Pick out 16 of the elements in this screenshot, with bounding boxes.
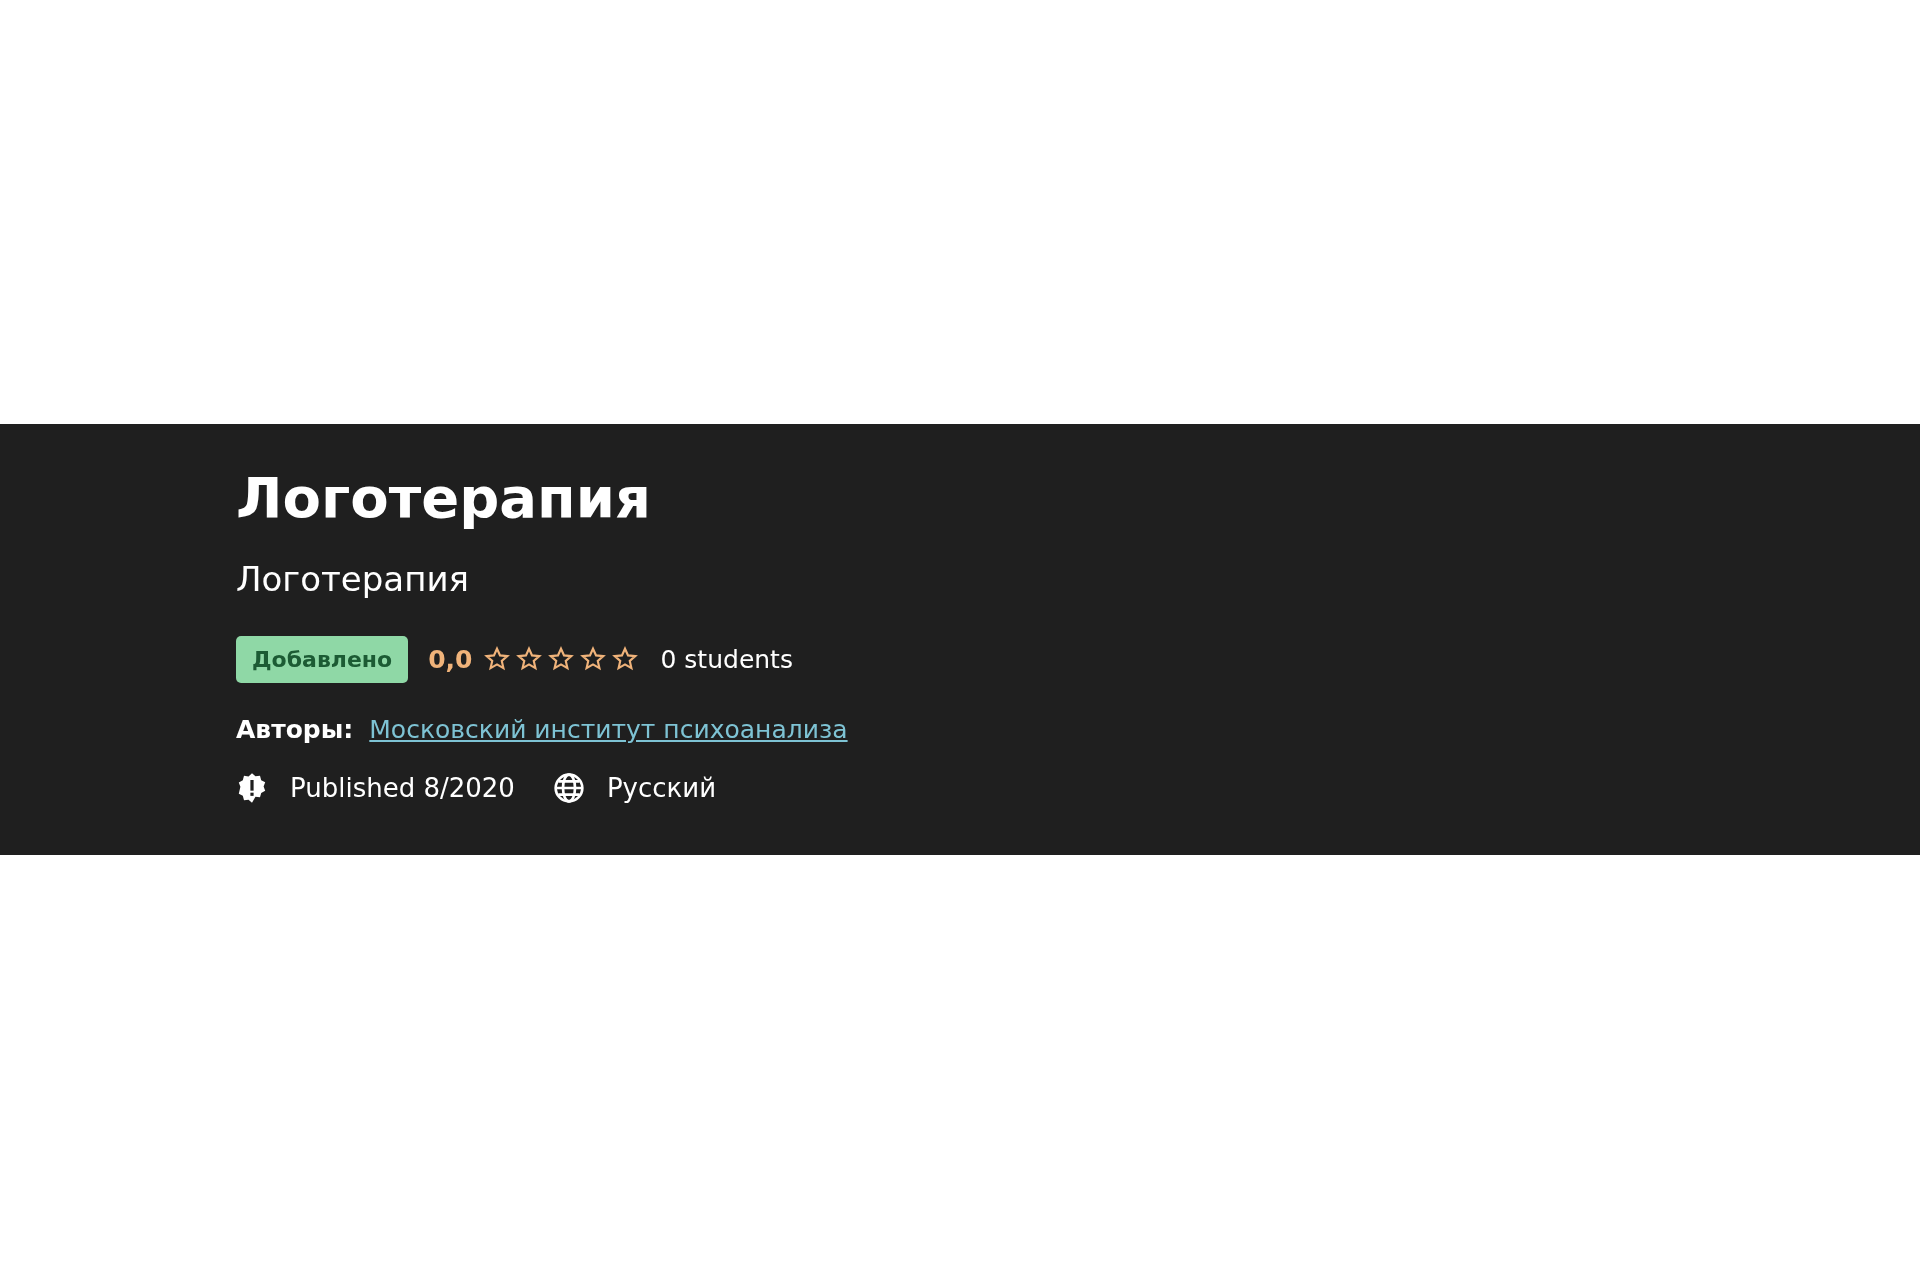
authors-label: Авторы:	[236, 715, 354, 744]
empty-star-icon	[484, 646, 511, 673]
empty-star-icon	[580, 646, 607, 673]
language-label: Русский	[606, 773, 717, 803]
globe-icon	[552, 772, 585, 804]
alert-badge-icon	[236, 772, 268, 804]
author-link[interactable]: Московский институт психоанализа	[369, 715, 848, 744]
student-count: 0 students	[660, 645, 793, 674]
course-subtitle: Логотерапия	[236, 559, 470, 600]
empty-star-icon	[548, 646, 575, 673]
rating-value: 0,0	[428, 645, 473, 674]
added-badge: Добавлено	[236, 636, 409, 683]
published-date: Published 8/2020	[290, 773, 515, 803]
empty-star-icon	[516, 646, 543, 673]
empty-star-icon	[612, 646, 639, 673]
course-title: Логотерапия	[236, 464, 652, 532]
